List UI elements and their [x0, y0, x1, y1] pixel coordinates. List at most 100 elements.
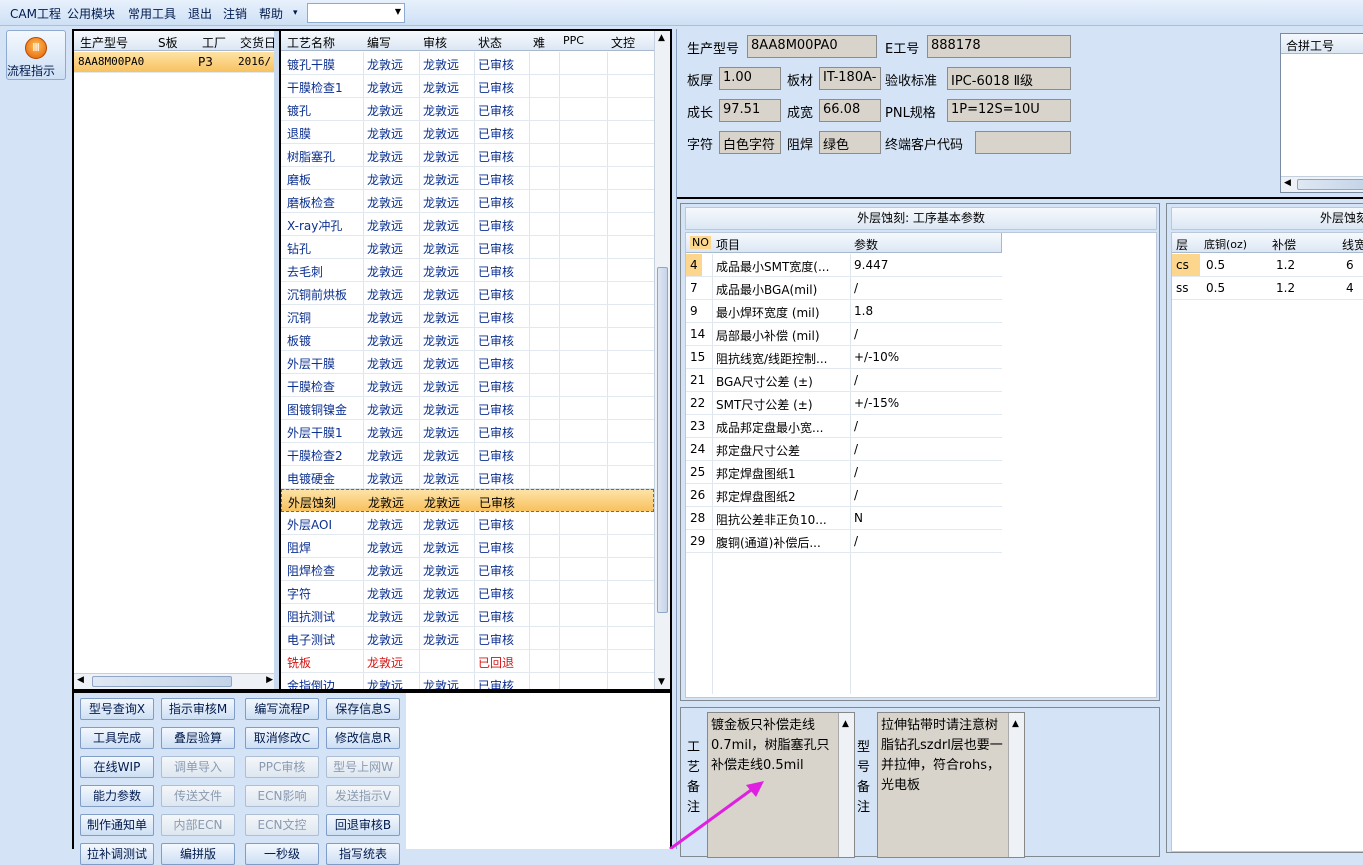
col-date[interactable]: 交货日 [240, 34, 276, 51]
col-doc-control[interactable]: 文控 [611, 34, 635, 51]
process-row[interactable]: X-ray冲孔 龙敦远 龙敦远 已审核 [281, 213, 654, 236]
process-row[interactable]: 外层干膜 龙敦远 龙敦远 已审核 [281, 351, 654, 374]
process-row[interactable]: 电镀硬金 龙敦远 龙敦远 已审核 [281, 466, 654, 489]
action-button[interactable]: 内部ECN [161, 814, 235, 836]
pnl-field[interactable]: 1P=12S=10U [947, 99, 1071, 122]
length-field[interactable]: 97.51 [719, 99, 781, 122]
param-row[interactable]: 21 BGA尺寸公差 (±) / [686, 369, 1002, 392]
chevron-down-icon[interactable]: ▼ [395, 7, 401, 16]
process-row[interactable]: 镀孔干膜 龙敦远 龙敦远 已审核 [281, 52, 654, 75]
width-field[interactable]: 66.08 [819, 99, 881, 122]
action-button[interactable]: 取消修改C [245, 727, 319, 749]
col-layer[interactable]: 层 [1176, 236, 1188, 253]
col-process-name[interactable]: 工艺名称 [287, 34, 335, 51]
scroll-left-icon[interactable]: ◀ [1284, 178, 1291, 188]
param-row[interactable]: 23 成品邦定盘最小宽... / [686, 415, 1002, 438]
scroll-up-icon[interactable]: ▲ [1012, 714, 1019, 734]
scroll-left-icon[interactable]: ◀ [77, 675, 84, 685]
menu-common-module[interactable]: 公用模块 [67, 5, 115, 22]
action-button[interactable]: 在线WIP [80, 756, 154, 778]
col-ppc[interactable]: PPC [563, 34, 584, 47]
action-button[interactable]: 拉补调测试 [80, 843, 154, 865]
process-row[interactable]: 镀孔 龙敦远 龙敦远 已审核 [281, 98, 654, 121]
memo-vscroll[interactable]: ▲ [838, 713, 854, 857]
action-button[interactable]: ECN影响 [245, 785, 319, 807]
process-row[interactable]: 阻抗测试 龙敦远 龙敦远 已审核 [281, 604, 654, 627]
action-button[interactable]: 型号查询X [80, 698, 154, 720]
action-button[interactable]: PPC审核 [245, 756, 319, 778]
process-row[interactable]: 阻焊检查 龙敦远 龙敦远 已审核 [281, 558, 654, 581]
param-row[interactable]: 4 成品最小SMT宽度(... 9.447 [686, 254, 1002, 277]
col-s[interactable]: S板 [158, 34, 178, 51]
scroll-thumb[interactable] [657, 267, 668, 613]
scroll-thumb[interactable] [92, 676, 232, 687]
process-row[interactable]: 外层AOI 龙敦远 龙敦远 已审核 [281, 512, 654, 535]
col-line-width[interactable]: 线宽 [1342, 236, 1363, 253]
action-button[interactable]: 传送文件 [161, 785, 235, 807]
action-button[interactable]: 编拼版 [161, 843, 235, 865]
action-button[interactable]: 调单导入 [161, 756, 235, 778]
process-row[interactable]: 树脂塞孔 龙敦远 龙敦远 已审核 [281, 144, 654, 167]
thickness-field[interactable]: 1.00 [719, 67, 781, 90]
process-row[interactable]: 外层蚀刻 龙敦远 龙敦远 已审核 [281, 489, 654, 512]
menu-expand-icon[interactable]: ▾ [293, 8, 298, 18]
process-row[interactable]: 干膜检查 龙敦远 龙敦远 已审核 [281, 374, 654, 397]
menu-tools[interactable]: 常用工具 [128, 5, 176, 22]
param-row[interactable]: 26 邦定焊盘图纸2 / [686, 484, 1002, 507]
scroll-up-icon[interactable]: ▲ [842, 714, 849, 734]
scroll-thumb[interactable] [1297, 179, 1363, 190]
process-row[interactable]: 外层干膜1 龙敦远 龙敦远 已审核 [281, 420, 654, 443]
col-writer[interactable]: 编写 [367, 34, 391, 51]
process-row[interactable]: 图镀铜镍金 龙敦远 龙敦远 已审核 [281, 397, 654, 420]
col-compensation[interactable]: 补偿 [1272, 236, 1296, 253]
col-difficulty[interactable]: 难 [533, 34, 545, 51]
action-button[interactable]: 发送指示V [326, 785, 400, 807]
memo-vscroll[interactable]: ▲ [1008, 713, 1024, 857]
param-row[interactable]: 14 局部最小补偿 (mil) / [686, 323, 1002, 346]
process-row[interactable]: 干膜检查2 龙敦远 龙敦远 已审核 [281, 443, 654, 466]
model-remark-memo[interactable]: 拉伸钻带时请注意树脂钻孔szdrl层也要一并拉伸，符合rohs，光电板 ▲ [877, 712, 1025, 858]
action-button[interactable]: 修改信息R [326, 727, 400, 749]
acceptance-std-field[interactable]: IPC-6018 Ⅱ级 [947, 67, 1071, 90]
action-button[interactable]: 型号上网W [326, 756, 400, 778]
menu-cam[interactable]: CAM工程 [10, 5, 61, 22]
process-row[interactable]: 铣板 龙敦远 已回退 [281, 650, 654, 673]
col-no[interactable]: NO [690, 236, 711, 249]
scroll-right-icon[interactable]: ▶ [266, 675, 273, 685]
menu-logout[interactable]: 注销 [223, 5, 247, 22]
action-button[interactable]: 指写统表 [326, 843, 400, 865]
customer-code-field[interactable] [975, 131, 1071, 154]
param-row[interactable]: 28 阻抗公差非正负10... N [686, 507, 1002, 530]
process-row[interactable]: 退膜 龙敦远 龙敦远 已审核 [281, 121, 654, 144]
process-row[interactable]: 干膜检查1 龙敦远 龙敦远 已审核 [281, 75, 654, 98]
order-row[interactable]: 8AA8M00PA0 P3 2016/ [74, 52, 276, 73]
layer-row[interactable]: cs 0.5 1.2 6 [1172, 254, 1363, 277]
process-row[interactable]: 沉铜 龙敦远 龙敦远 已审核 [281, 305, 654, 328]
action-button[interactable]: 回退审核B [326, 814, 400, 836]
col-param[interactable]: 参数 [854, 236, 878, 253]
process-row[interactable]: 字符 龙敦远 龙敦远 已审核 [281, 581, 654, 604]
col-item[interactable]: 项目 [716, 236, 740, 253]
process-row[interactable]: 去毛刺 龙敦远 龙敦远 已审核 [281, 259, 654, 282]
action-button[interactable]: 能力参数 [80, 785, 154, 807]
action-button[interactable]: 一秒级 [245, 843, 319, 865]
legend-field[interactable]: 白色字符 [719, 131, 781, 154]
param-row[interactable]: 29 腹铜(通道)补偿后... / [686, 530, 1002, 553]
col-model[interactable]: 生产型号 [80, 34, 128, 51]
action-button[interactable]: 保存信息S [326, 698, 400, 720]
layer-row[interactable]: ss 0.5 1.2 4 [1172, 277, 1363, 300]
process-row[interactable]: 磨板 龙敦远 龙敦远 已审核 [281, 167, 654, 190]
col-status[interactable]: 状态 [478, 34, 502, 51]
action-button[interactable]: 工具完成 [80, 727, 154, 749]
col-factory[interactable]: 工厂 [202, 34, 226, 51]
soldermask-field[interactable]: 绿色 [819, 131, 881, 154]
eng-field[interactable]: 888178 [927, 35, 1071, 58]
process-row[interactable]: 沉铜前烘板 龙敦远 龙敦远 已审核 [281, 282, 654, 305]
model-field[interactable]: 8AA8M00PA0 [747, 35, 877, 58]
process-row[interactable]: 阻焊 龙敦远 龙敦远 已审核 [281, 535, 654, 558]
param-row[interactable]: 15 阻抗线宽/线距控制... +/-10% [686, 346, 1002, 369]
toolbar-combo[interactable]: ▼ [307, 3, 405, 23]
param-row[interactable]: 22 SMT尺寸公差 (±) +/-15% [686, 392, 1002, 415]
action-button[interactable]: 叠层验算 [161, 727, 235, 749]
material-field[interactable]: IT-180A- [819, 67, 881, 90]
